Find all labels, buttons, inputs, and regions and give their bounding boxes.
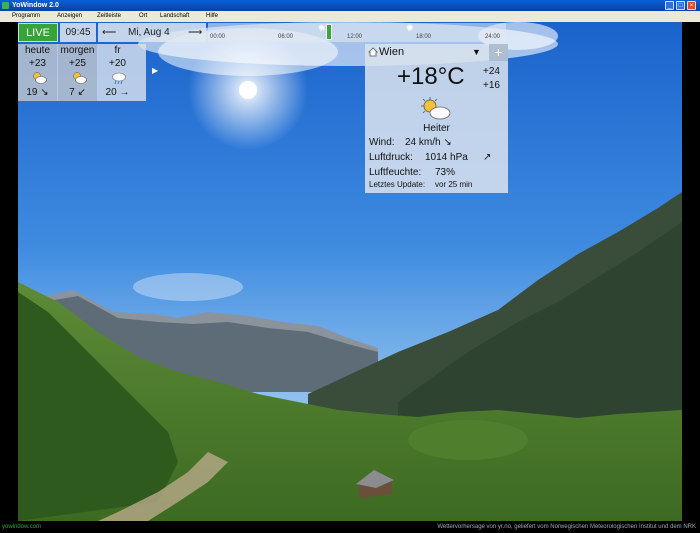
forecast-day-name: fr	[114, 45, 121, 56]
timeline-handle[interactable]	[326, 24, 332, 40]
maximize-button[interactable]: □	[676, 1, 685, 10]
date-selector: ⟵ Mi, Aug 4 ⟶	[98, 23, 206, 42]
menu-ort[interactable]: Ort	[139, 13, 147, 19]
today-high: +24	[483, 66, 500, 77]
next-day-arrow-icon[interactable]: ⟶	[188, 23, 202, 42]
forecast-day-today[interactable]: heute +23 19 ↘	[18, 44, 57, 101]
humidity-label: Luftfeuchte:	[369, 167, 422, 178]
sunrise-icon: ✺	[318, 23, 326, 33]
credit-text: Wettervorhersage von yr.no, geliefert vo…	[437, 524, 696, 530]
window-title: YoWindow 2.0	[12, 2, 59, 9]
pressure-trend-icon: ↗	[483, 152, 492, 163]
forecast-day-name: morgen	[60, 45, 95, 56]
sun-cloud-icon	[421, 97, 451, 120]
title-bar: YoWindow 2.0 _ □ ×	[0, 0, 700, 11]
timeline-slider[interactable]: 00:00 06:00 12:00 18:00 24:00 ✺ ✺	[208, 23, 506, 42]
pressure-value: 1014 hPa	[425, 152, 468, 163]
forecast-more-arrow-icon[interactable]: ▶	[152, 66, 158, 75]
live-button[interactable]: LIVE	[18, 23, 58, 42]
date-label[interactable]: Mi, Aug 4	[128, 23, 170, 42]
wind-label: Wind:	[369, 137, 395, 148]
rain-cloud-icon	[112, 72, 126, 85]
forecast-high: +23	[29, 58, 46, 69]
status-bar: yowindow.com Wettervorhersage von yr.no,…	[0, 521, 700, 533]
close-button[interactable]: ×	[687, 1, 696, 10]
prev-day-arrow-icon[interactable]: ⟵	[102, 23, 116, 42]
add-location-button[interactable]: +	[489, 44, 508, 61]
website-link[interactable]: yowindow.com	[2, 521, 41, 533]
forecast-low: 20 →	[105, 87, 130, 98]
location-name[interactable]: Wien	[379, 46, 404, 58]
timeline-tick: 18:00	[416, 34, 432, 40]
last-update-label: Letztes Update:	[369, 180, 426, 189]
today-low: +16	[483, 80, 500, 91]
menu-anzeigen[interactable]: Anzeigen	[57, 13, 82, 19]
humidity-value: 73%	[435, 167, 456, 178]
sun-cloud-icon	[33, 72, 47, 84]
timeline-tick: 12:00	[347, 34, 363, 40]
forecast-high: +25	[69, 58, 86, 69]
current-temperature: +18°C	[397, 63, 465, 90]
sun-cloud-icon	[73, 72, 87, 84]
forecast-day-name: heute	[24, 45, 51, 56]
timeline-tick: 06:00	[278, 34, 294, 40]
timeline-tick: 24:00	[485, 34, 501, 40]
condition-text: Heiter	[423, 123, 450, 134]
menu-landschaft[interactable]: Landschaft	[160, 13, 189, 19]
menu-hilfe[interactable]: Hilfe	[206, 13, 218, 19]
forecast-day-tomorrow[interactable]: morgen +25 7 ↙	[58, 44, 97, 101]
location-dropdown-icon[interactable]: ▼	[472, 47, 481, 57]
forecast-high: +20	[109, 58, 126, 69]
app-icon	[2, 2, 9, 9]
menu-zeitleiste[interactable]: Zeitleiste	[97, 13, 121, 19]
pressure-label: Luftdruck:	[369, 152, 413, 163]
left-border	[0, 22, 18, 521]
minimize-button[interactable]: _	[665, 1, 674, 10]
forecast-day-friday[interactable]: fr +20 20 →	[98, 44, 137, 101]
menu-bar: Programm Anzeigen Zeitleiste Ort Landsch…	[0, 11, 700, 22]
sunset-icon: ✺	[406, 23, 414, 33]
forecast-panel: heute +23 19 ↘ morgen +25 7 ↙ fr +20 20 …	[18, 44, 158, 101]
forecast-low: 19 ↘	[26, 87, 49, 98]
last-update-value: vor 25 min	[435, 180, 473, 189]
home-icon	[368, 47, 378, 57]
right-border	[682, 22, 700, 521]
forecast-low: 7 ↙	[69, 87, 86, 98]
menu-programm[interactable]: Programm	[12, 13, 40, 19]
wind-value: 24 km/h ↘	[405, 137, 452, 148]
current-time[interactable]: 09:45	[60, 23, 96, 42]
current-weather-panel: Wien ▼ + +18°C +24 +16 Heiter Wind: 24 k…	[365, 44, 508, 193]
timeline-tick: 00:00	[210, 34, 226, 40]
